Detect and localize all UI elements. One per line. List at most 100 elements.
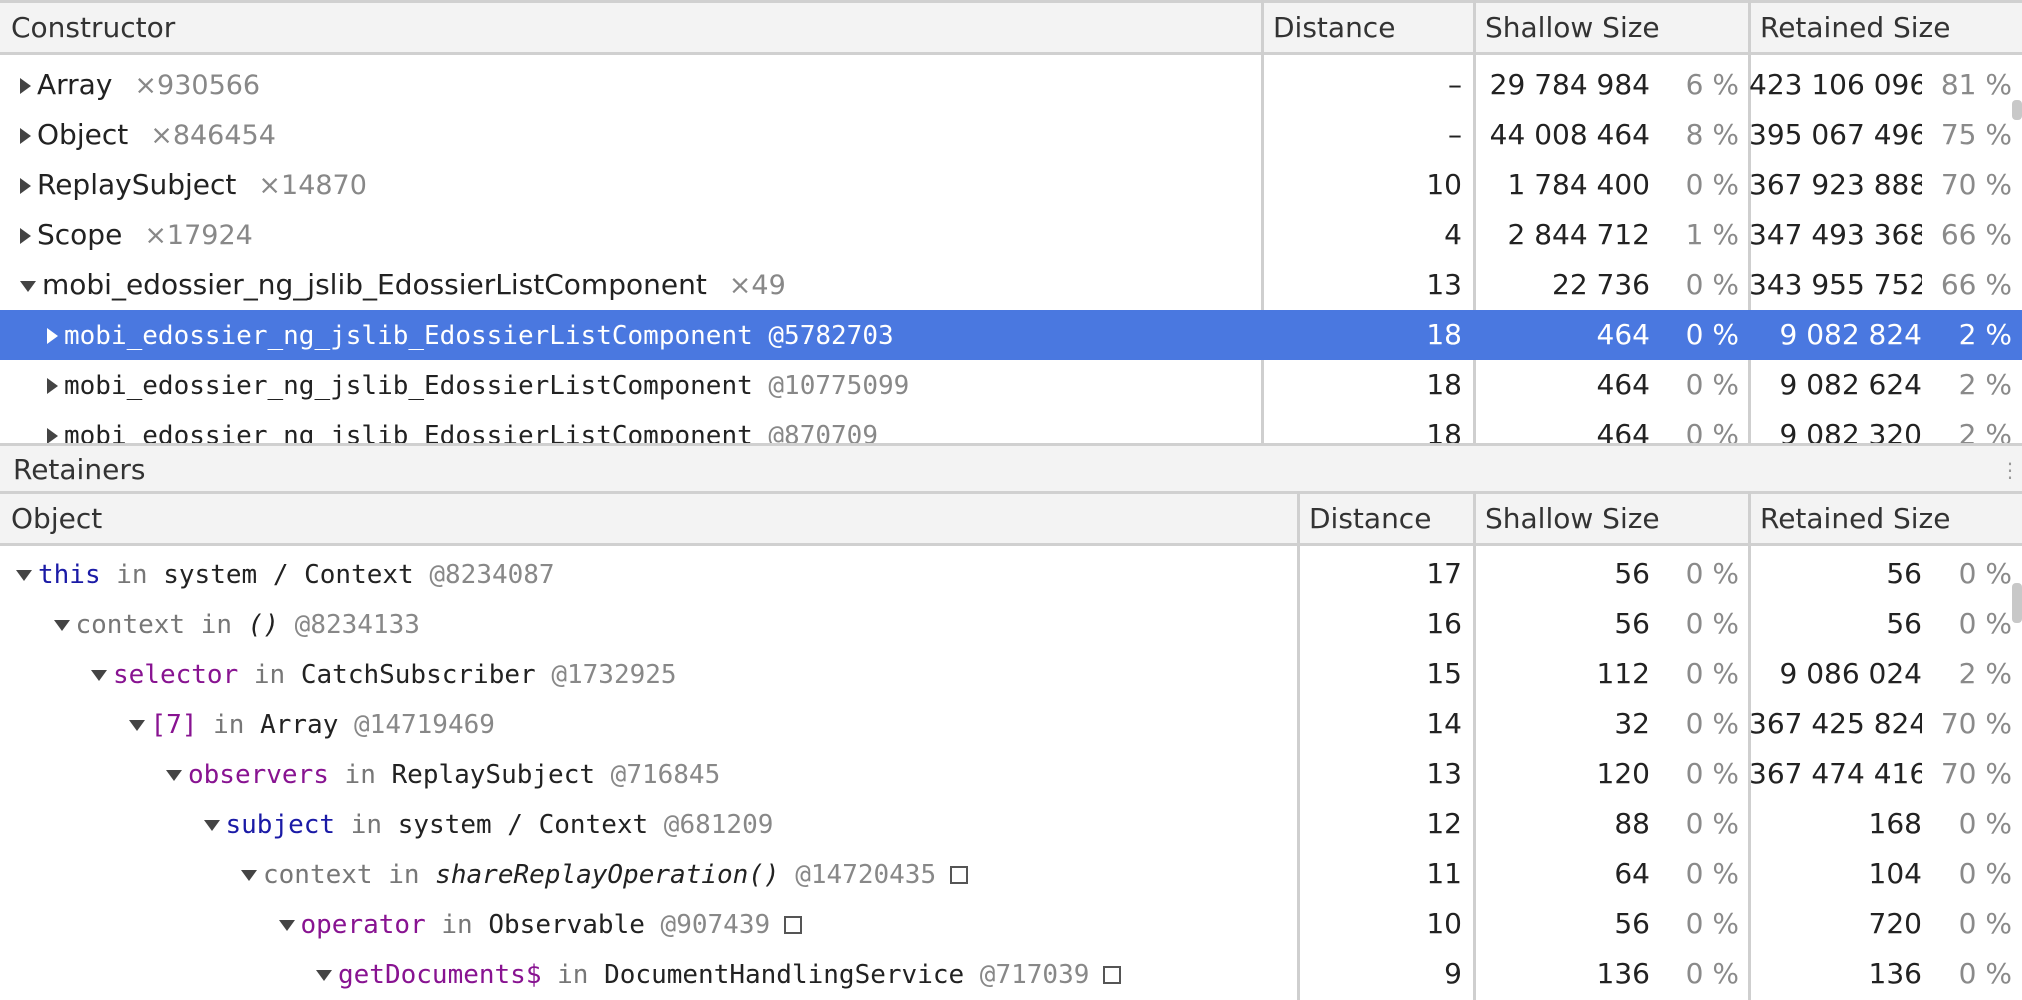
constructor-name: mobi_edossier_ng_jslib_EdossierListCompo… bbox=[64, 371, 753, 401]
collapse-triangle-icon[interactable] bbox=[241, 869, 257, 881]
retainer-row[interactable]: observers in ReplaySubject @716845 13 120 0… bbox=[0, 749, 2022, 799]
retainer-owner: Observable bbox=[488, 910, 645, 940]
constructor-name-cell[interactable]: ReplaySubject ×14870 bbox=[0, 160, 1258, 210]
constructor-table: Constructor Distance Shallow Size Retain… bbox=[0, 0, 2022, 443]
constructor-row[interactable]: mobi_edossier_ng_jslib_EdossierListCompo… bbox=[0, 360, 2022, 410]
constructor-name-cell[interactable]: Array ×930566 bbox=[0, 60, 1258, 110]
retainer-name-cell[interactable]: context in () @8234133 bbox=[0, 599, 1294, 649]
column-header-shallow-size[interactable]: Shallow Size bbox=[1474, 3, 1749, 52]
retainer-property: observers bbox=[188, 760, 329, 790]
distance-cell: 18 bbox=[1426, 318, 1462, 351]
expand-triangle-icon[interactable] bbox=[20, 128, 31, 144]
retained-size-percent: 0 % bbox=[1958, 807, 2012, 840]
expand-triangle-icon[interactable] bbox=[20, 78, 31, 94]
retainer-property: getDocuments$ bbox=[338, 960, 542, 990]
distance-cell: – bbox=[1448, 68, 1462, 101]
collapse-triangle-icon[interactable] bbox=[20, 280, 36, 292]
retainer-row[interactable]: context in shareReplayOperation() @14720… bbox=[0, 849, 2022, 899]
constructor-row[interactable]: mobi_edossier_ng_jslib_EdossierListCompo… bbox=[0, 310, 2022, 360]
distance-cell: 4 bbox=[1444, 218, 1462, 251]
reveal-in-summary-icon[interactable] bbox=[950, 866, 969, 884]
constructor-row[interactable]: ReplaySubject ×14870 10 1 784 400 0 % 367 923… bbox=[0, 160, 2022, 210]
retainer-name-cell[interactable]: getDocuments$ in DocumentHandlingService… bbox=[0, 949, 1294, 999]
retainer-row[interactable]: [7] in Array @14719469 14 32 0 % 367 425 824… bbox=[0, 699, 2022, 749]
scrollbar-thumb[interactable] bbox=[2012, 100, 2022, 120]
retainer-property: subject bbox=[225, 810, 336, 840]
object-id: @716845 bbox=[595, 760, 721, 790]
column-header-constructor[interactable]: Constructor bbox=[0, 3, 1262, 52]
constructor-row[interactable]: Array ×930566 –29 784 984 6 % 423 106 096 81 … bbox=[0, 60, 2022, 110]
retainer-row[interactable]: operator in Observable @907439 10 56 0 % 720… bbox=[0, 899, 2022, 949]
constructor-row[interactable]: mobi_edossier_ng_jslib_EdossierListCompo… bbox=[0, 410, 2022, 443]
constructor-row[interactable]: mobi_edossier_ng_jslib_EdossierListCompo… bbox=[0, 260, 2022, 310]
column-header-object[interactable]: Object bbox=[0, 494, 1298, 543]
retainer-row[interactable]: subject in system / Context @681209 12 88 0… bbox=[0, 799, 2022, 849]
expand-triangle-icon[interactable] bbox=[20, 178, 31, 194]
retainer-name-cell[interactable]: subject in system / Context @681209 bbox=[0, 799, 1294, 849]
column-header-shallow-size[interactable]: Shallow Size bbox=[1474, 494, 1749, 543]
retainer-row[interactable]: selector in CatchSubscriber @1732925 15 11… bbox=[0, 649, 2022, 699]
expand-triangle-icon[interactable] bbox=[47, 428, 58, 443]
instance-count: ×930566 bbox=[134, 70, 261, 101]
constructor-name-cell[interactable]: mobi_edossier_ng_jslib_EdossierListCompo… bbox=[0, 310, 1258, 360]
column-header-distance[interactable]: Distance bbox=[1298, 494, 1474, 543]
shallow-size-value: 136 bbox=[1596, 957, 1650, 990]
distance-cell: 13 bbox=[1426, 268, 1462, 301]
shallow-size-percent: 0 % bbox=[1685, 557, 1739, 590]
constructor-row[interactable]: Object ×846454 –44 008 464 8 % 395 067 496 75… bbox=[0, 110, 2022, 160]
retained-size-value: 9 082 320 bbox=[1779, 418, 1922, 443]
retainer-name-cell[interactable]: context in shareReplayOperation() @14720… bbox=[0, 849, 1294, 899]
collapse-triangle-icon[interactable] bbox=[166, 769, 182, 781]
constructor-name-cell[interactable]: Object ×846454 bbox=[0, 110, 1258, 160]
retainer-name-cell[interactable]: observers in ReplaySubject @716845 bbox=[0, 749, 1294, 799]
retainer-name-cell[interactable]: selector in CatchSubscriber @1732925 bbox=[0, 649, 1294, 699]
distance-cell: 18 bbox=[1426, 368, 1462, 401]
retained-size-value: 9 082 624 bbox=[1779, 368, 1922, 401]
distance-cell: 12 bbox=[1426, 807, 1462, 840]
reveal-in-summary-icon[interactable] bbox=[1103, 966, 1122, 984]
constructor-name-cell[interactable]: mobi_edossier_ng_jslib_EdossierListCompo… bbox=[0, 260, 1258, 310]
retainer-row[interactable]: getDocuments$ in DocumentHandlingService… bbox=[0, 949, 2022, 999]
object-id: @1732925 bbox=[535, 660, 677, 690]
constructor-name-cell[interactable]: mobi_edossier_ng_jslib_EdossierListCompo… bbox=[0, 410, 1258, 443]
collapse-triangle-icon[interactable] bbox=[203, 819, 220, 831]
retainer-row[interactable]: context in () @8234133 16 56 0 % 56 0 % bbox=[0, 599, 2022, 649]
reveal-in-summary-icon[interactable] bbox=[784, 916, 803, 934]
shallow-size-value: 56 bbox=[1614, 907, 1650, 940]
column-header-retained-size[interactable]: Retained Size bbox=[1749, 3, 2022, 52]
shallow-size-percent: 0 % bbox=[1685, 318, 1739, 351]
collapse-triangle-icon[interactable] bbox=[278, 919, 295, 931]
shallow-size-value: 2 844 712 bbox=[1507, 218, 1650, 251]
retainer-owner: shareReplayOperation() bbox=[435, 860, 780, 890]
collapse-triangle-icon[interactable] bbox=[91, 669, 107, 681]
collapse-triangle-icon[interactable] bbox=[16, 569, 32, 581]
collapse-triangle-icon[interactable] bbox=[316, 969, 332, 981]
expand-triangle-icon[interactable] bbox=[47, 378, 58, 394]
distance-cell: – bbox=[1448, 118, 1462, 151]
in-keyword: in bbox=[238, 660, 301, 690]
retainer-name-cell[interactable]: [7] in Array @14719469 bbox=[0, 699, 1294, 749]
retainer-name-cell[interactable]: operator in Observable @907439 bbox=[0, 899, 1294, 949]
constructor-name-cell[interactable]: mobi_edossier_ng_jslib_EdossierListCompo… bbox=[0, 360, 1258, 410]
retained-size-value: 367 425 824 bbox=[1749, 707, 1922, 740]
expand-triangle-icon[interactable] bbox=[20, 228, 31, 244]
in-keyword: in bbox=[185, 610, 248, 640]
scrollbar-thumb[interactable] bbox=[2012, 583, 2022, 623]
column-header-distance[interactable]: Distance bbox=[1262, 3, 1474, 52]
column-header-retained-size[interactable]: Retained Size bbox=[1749, 494, 2022, 543]
retainers-title-bar[interactable]: Retainers ⋮ bbox=[0, 443, 2022, 491]
retainer-row[interactable]: this in system / Context @8234087 17 56 0 %… bbox=[0, 549, 2022, 599]
collapse-triangle-icon[interactable] bbox=[128, 719, 145, 731]
retainer-owner: DocumentHandlingService bbox=[604, 960, 965, 990]
object-id: @681209 bbox=[648, 810, 774, 840]
shallow-size-value: 112 bbox=[1596, 657, 1650, 690]
constructor-name-cell[interactable]: Scope ×17924 bbox=[0, 210, 1258, 260]
instance-count: ×14870 bbox=[258, 170, 367, 201]
object-id: @10775099 bbox=[752, 371, 910, 401]
constructor-row[interactable]: Scope ×17924 4 2 844 712 1 % 347 493 368 66 % bbox=[0, 210, 2022, 260]
retainer-name-cell[interactable]: this in system / Context @8234087 bbox=[0, 549, 1294, 599]
collapse-triangle-icon[interactable] bbox=[53, 619, 70, 631]
resize-grip-icon[interactable]: ⋮ bbox=[2000, 446, 2020, 494]
expand-triangle-icon[interactable] bbox=[47, 328, 58, 344]
retainer-owner: ReplaySubject bbox=[391, 760, 596, 790]
